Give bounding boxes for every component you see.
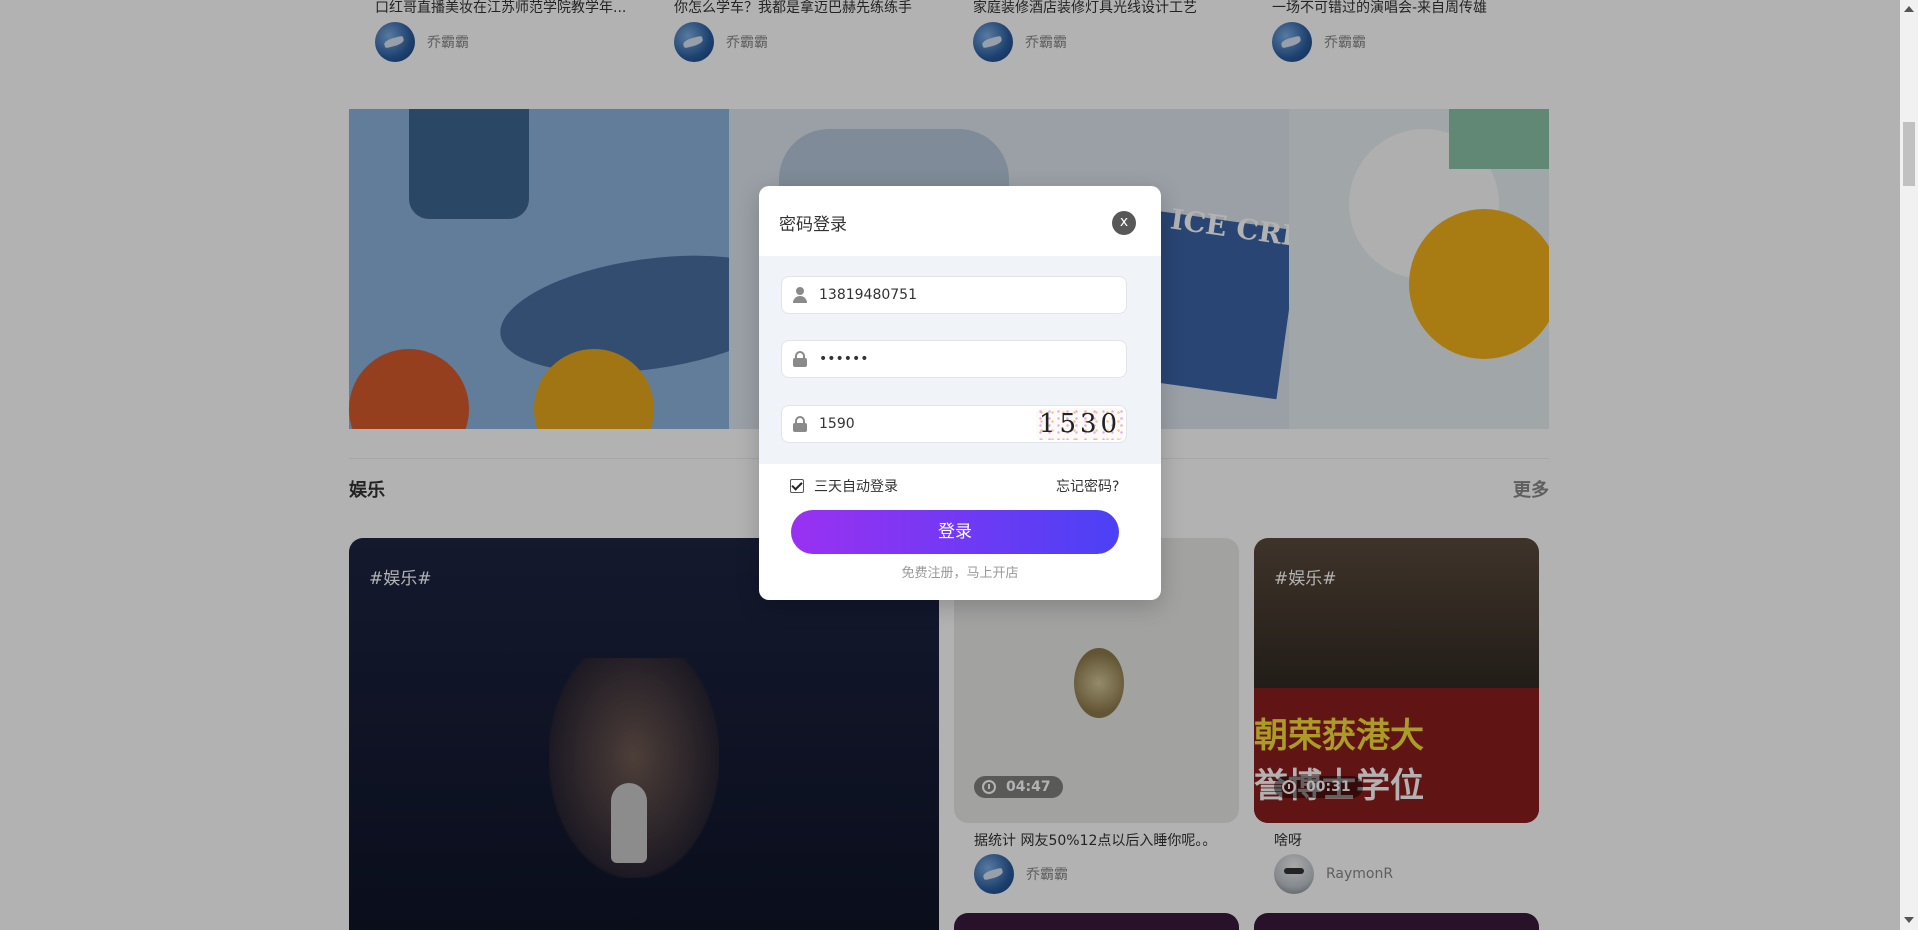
- modal-title: 密码登录: [779, 215, 847, 235]
- login-button[interactable]: 登录: [791, 510, 1119, 554]
- captcha-text: 1530: [1038, 409, 1122, 439]
- remember-me[interactable]: 三天自动登录: [790, 476, 898, 496]
- modal-header: 密码登录 x: [759, 186, 1161, 256]
- password-input[interactable]: [819, 344, 1079, 374]
- close-icon[interactable]: x: [1112, 211, 1136, 235]
- lock-icon: [792, 416, 808, 432]
- remember-checkbox[interactable]: [790, 479, 804, 493]
- scroll-down-icon[interactable]: [1904, 917, 1914, 923]
- captcha-image[interactable]: 1530: [1036, 408, 1124, 440]
- login-form: 1530: [759, 256, 1161, 464]
- phone-input[interactable]: [819, 280, 1079, 310]
- forgot-password-link[interactable]: 忘记密码?: [1056, 476, 1119, 496]
- captcha-field[interactable]: 1530: [781, 405, 1127, 443]
- captcha-input[interactable]: [819, 409, 1034, 439]
- password-field[interactable]: [781, 340, 1127, 378]
- scrollbar[interactable]: [1900, 0, 1918, 930]
- user-icon: [792, 287, 808, 303]
- scroll-up-icon[interactable]: [1904, 6, 1914, 12]
- phone-field[interactable]: [781, 276, 1127, 314]
- register-link[interactable]: 免费注册，马上开店: [759, 562, 1161, 581]
- lock-icon: [792, 351, 808, 367]
- scroll-thumb[interactable]: [1903, 122, 1915, 186]
- login-modal: 密码登录 x 1530 三天自动登录 忘记密码? 登录 免费注册，马上开店: [759, 186, 1161, 600]
- remember-label: 三天自动登录: [814, 479, 898, 495]
